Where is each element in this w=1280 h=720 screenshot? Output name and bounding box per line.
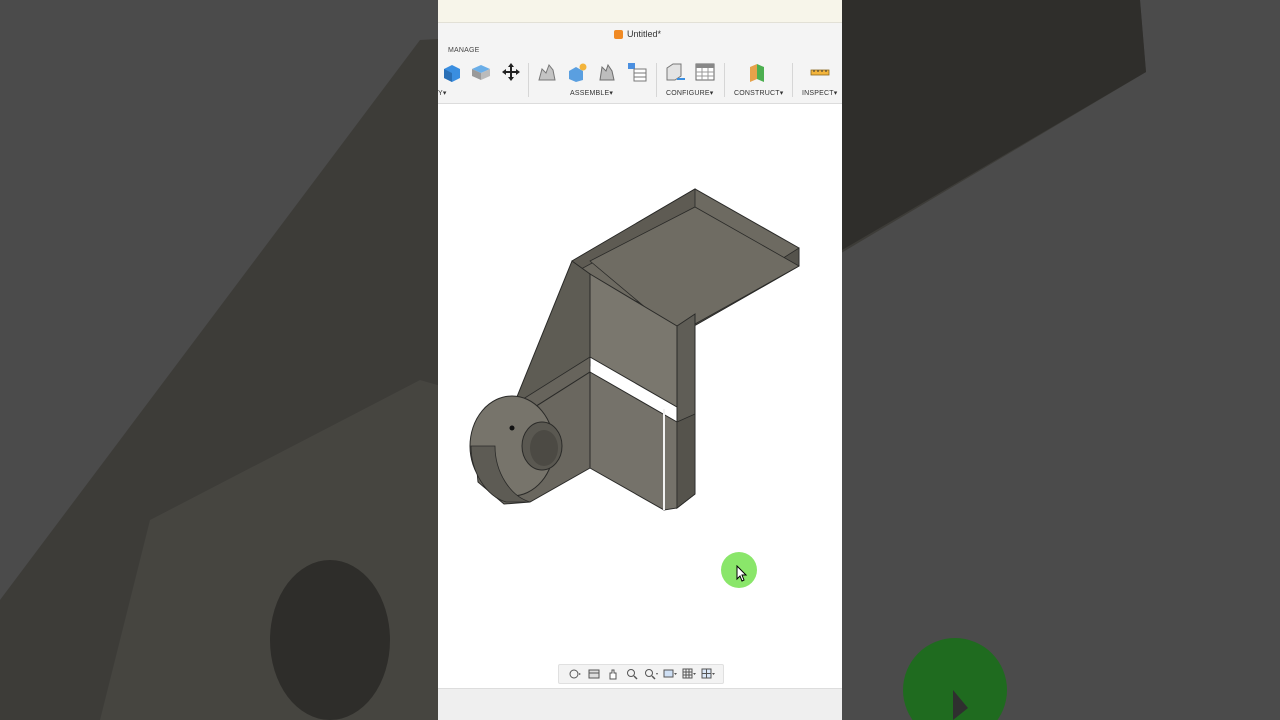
fusion-window: Untitled* MANAGE Y▾ ASSEMBLE▾ CONFIGURE▾…	[438, 0, 842, 720]
top-strip	[438, 0, 842, 23]
pan-icon[interactable]	[606, 668, 620, 680]
screen: Untitled* MANAGE Y▾ ASSEMBLE▾ CONFIGURE▾…	[0, 0, 1280, 720]
document-icon	[614, 29, 623, 39]
toolbar: MANAGE Y▾ ASSEMBLE▾ CONFIGURE▾ CONSTRUCT…	[438, 45, 842, 104]
new-component-icon[interactable]	[566, 61, 588, 83]
group-separator	[656, 63, 657, 97]
model-bracket[interactable]	[438, 104, 842, 686]
plane-icon[interactable]	[746, 61, 768, 83]
group-separator	[792, 63, 793, 97]
measure-icon[interactable]	[809, 61, 831, 83]
component-table-icon[interactable]	[626, 61, 648, 83]
joint-icon[interactable]	[536, 61, 558, 83]
orbit-icon[interactable]	[568, 668, 582, 680]
canvas-viewport[interactable]	[438, 104, 842, 686]
group-label-construct[interactable]: CONSTRUCT▾	[734, 89, 783, 97]
display-settings-icon[interactable]	[663, 668, 677, 680]
move-icon[interactable]	[500, 61, 522, 83]
mouse-pointer-icon	[736, 565, 748, 582]
navigation-bar	[558, 664, 724, 684]
table-icon[interactable]	[694, 61, 716, 83]
box-icon[interactable]	[440, 61, 462, 83]
zoom-icon[interactable]	[644, 668, 658, 680]
group-separator	[528, 63, 529, 97]
group-label-modify[interactable]: Y▾	[438, 89, 447, 97]
group-label-assemble[interactable]: ASSEMBLE▾	[570, 89, 613, 97]
group-label-inspect[interactable]: INSPECT▾	[802, 89, 837, 97]
press-pull-icon[interactable]	[470, 61, 492, 83]
document-title-text: Untitled*	[627, 29, 662, 39]
group-separator	[724, 63, 725, 97]
title-bar: Untitled*	[438, 23, 842, 45]
configure-icon[interactable]	[664, 61, 686, 83]
look-at-icon[interactable]	[587, 668, 601, 680]
group-label-configure[interactable]: CONFIGURE▾	[666, 89, 714, 97]
viewports-icon[interactable]	[701, 668, 715, 680]
tab-manage[interactable]: MANAGE	[448, 47, 480, 54]
zoom-window-icon[interactable]	[625, 668, 639, 680]
as-built-joint-icon[interactable]	[596, 61, 618, 83]
grid-icon[interactable]	[682, 668, 696, 680]
bottom-bar	[438, 688, 842, 720]
document-title[interactable]: Untitled*	[614, 29, 661, 39]
